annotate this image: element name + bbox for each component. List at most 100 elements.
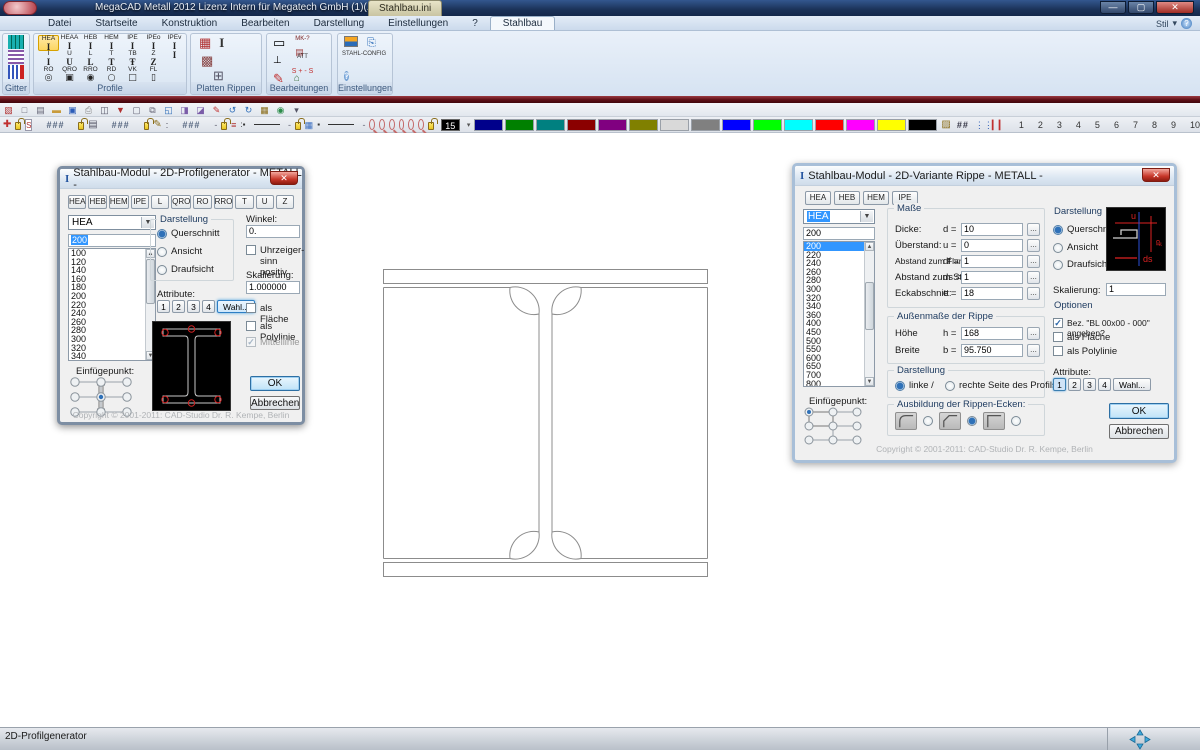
layer-number[interactable]: 6 xyxy=(1114,120,1119,130)
ok-button[interactable]: OK xyxy=(1109,403,1169,419)
radio-rechte-seite[interactable]: rechte Seite des Profils xyxy=(945,380,1057,391)
pen-icon[interactable]: ✎ xyxy=(153,119,161,131)
attribute-button[interactable]: 4 xyxy=(202,300,215,313)
undo-icon[interactable]: ↺ xyxy=(226,104,239,116)
dialog-titlebar[interactable]: I Stahlbau-Modul - 2D-Variante Rippe - M… xyxy=(795,166,1174,186)
corner-chamfer-icon[interactable] xyxy=(939,412,961,430)
help-icon[interactable]: ? xyxy=(1181,18,1192,29)
lock-pen-icon[interactable] xyxy=(144,122,150,130)
ribbon-tab[interactable]: ? xyxy=(460,17,490,30)
layer-number[interactable]: 7 xyxy=(1133,120,1138,130)
profile-rro-icon[interactable]: RRO◉ xyxy=(80,67,101,83)
cancel-button[interactable]: Abbrechen xyxy=(250,396,300,410)
pen-number-display[interactable]: 15 xyxy=(441,119,460,131)
grid-e-icon[interactable] xyxy=(8,65,24,79)
dialog-titlebar[interactable]: I Stahlbau-Modul - 2D-Profilgenerator - … xyxy=(60,169,302,189)
radio-querschnitt[interactable]: Querschnitt xyxy=(157,228,220,239)
hatch-field[interactable]: ## xyxy=(957,120,969,130)
close-button[interactable]: ✕ xyxy=(1156,1,1194,14)
skalierung-input[interactable]: 1.000000 xyxy=(246,281,300,294)
zoom-minus-icon[interactable] xyxy=(408,119,414,130)
bemassung-icon[interactable]: ⊥ xyxy=(273,54,282,68)
color-swatch[interactable] xyxy=(536,119,565,131)
profile-type-button[interactable]: IPE xyxy=(131,195,149,209)
scroll-down-icon[interactable]: ▼ xyxy=(865,377,874,386)
layer-number[interactable]: 2 xyxy=(1038,120,1043,130)
profile-heb-icon[interactable]: HEBI xyxy=(80,35,101,51)
radio-ansicht[interactable]: Ansicht xyxy=(157,246,202,257)
group-state-icon[interactable]: S xyxy=(25,119,32,131)
profile-rd-icon[interactable]: RD○ xyxy=(101,67,122,83)
wahl-button[interactable]: Wahl... xyxy=(1113,378,1151,391)
color-swatch[interactable] xyxy=(815,119,844,131)
abstand-steg-input[interactable]: 1 xyxy=(961,271,1023,284)
layer-number[interactable]: 5 xyxy=(1095,120,1100,130)
color-globe-icon[interactable]: ◉ xyxy=(274,104,287,116)
profile-ipeo-icon[interactable]: IPEoI xyxy=(143,35,164,51)
checkbox-als-polylinie[interactable]: als Polylinie xyxy=(1053,346,1117,357)
profile-type-button[interactable]: HEM xyxy=(109,195,129,209)
checkbox-mittellinie[interactable]: ✓Mittellinie xyxy=(246,337,300,348)
color-swatch[interactable] xyxy=(598,119,627,131)
size-option[interactable]: 340 xyxy=(69,352,145,361)
lock-color-icon[interactable] xyxy=(428,122,434,130)
size-input[interactable]: 200 xyxy=(68,234,156,247)
zoom-previous-icon[interactable] xyxy=(418,119,424,130)
lock-group-icon[interactable] xyxy=(15,122,21,130)
color-swatch[interactable] xyxy=(908,119,937,131)
attribute-button[interactable]: 2 xyxy=(1068,378,1081,391)
attribute-button[interactable]: 2 xyxy=(172,300,185,313)
layer-number[interactable]: 10 xyxy=(1190,120,1200,130)
hoehe-input[interactable]: 168 xyxy=(961,327,1023,340)
zoom-out-icon[interactable] xyxy=(379,119,385,130)
linetype-preview[interactable] xyxy=(254,124,280,125)
profile-family-select[interactable]: HEA▼ xyxy=(803,209,875,224)
corner-square-icon[interactable] xyxy=(983,412,1005,430)
stahl-config-button[interactable]: STAHL-CONFIG xyxy=(342,51,386,58)
size-input[interactable]: 200 xyxy=(803,227,875,240)
profile-u-icon[interactable]: UU xyxy=(59,51,80,67)
ribbon-tab[interactable]: Datei xyxy=(36,17,83,30)
profile-type-button[interactable]: HEB xyxy=(834,191,860,205)
profile-type-button[interactable]: HEM xyxy=(863,191,889,205)
document-tab[interactable]: Stahlbau.ini xyxy=(368,0,442,16)
cancel-button[interactable]: Abbrechen xyxy=(1109,424,1169,439)
ribbon-tab[interactable]: Einstellungen xyxy=(376,17,460,30)
size-listbox[interactable]: 2002202402602803003203403604004505005506… xyxy=(803,241,875,387)
profile-hem-icon[interactable]: HEMI xyxy=(101,35,122,51)
maximize-button[interactable]: ▢ xyxy=(1128,1,1154,14)
profile-type-button[interactable]: U xyxy=(256,195,274,209)
ribbon-tab[interactable]: Bearbeiten xyxy=(229,17,301,30)
color-swatch[interactable] xyxy=(505,119,534,131)
new-file-icon[interactable]: □ xyxy=(18,104,31,116)
size-listbox[interactable]: 100120140160180200220240260280300320340 … xyxy=(68,248,156,361)
lock-layer-icon[interactable] xyxy=(78,122,84,130)
skalierung-input[interactable]: 1 xyxy=(1106,283,1166,296)
radio-draufsicht[interactable]: Draufsicht xyxy=(157,264,214,275)
dialog-close-button[interactable]: ✕ xyxy=(270,171,298,185)
profile-hea-icon[interactable]: HEAI xyxy=(38,35,59,51)
folder-icon[interactable]: ▬ xyxy=(50,104,63,116)
paste-icon[interactable]: ◱ xyxy=(162,104,175,116)
breite-input[interactable]: 95.750 xyxy=(961,344,1023,357)
radio-linke-seite[interactable]: linke / xyxy=(895,380,934,391)
profile-ipe-icon[interactable]: IPEI xyxy=(122,35,143,51)
rippen-icon[interactable]: ▩ xyxy=(201,53,213,68)
profile-i-icon[interactable]: II xyxy=(38,51,59,67)
color-swatch[interactable] xyxy=(753,119,782,131)
scroll-thumb[interactable] xyxy=(865,282,874,330)
winkel-icon[interactable]: ⊞ xyxy=(213,68,224,83)
attribute-button[interactable]: 3 xyxy=(187,300,200,313)
layer-field[interactable]: ### xyxy=(112,120,130,130)
print-icon[interactable]: ⎙ xyxy=(82,104,95,116)
breite-browse-button[interactable]: ... xyxy=(1027,344,1040,357)
profile-type-button[interactable]: HEB xyxy=(88,195,106,209)
profile-qro-icon[interactable]: QRO▣ xyxy=(59,67,80,83)
dicke-browse-button[interactable]: ... xyxy=(1027,223,1040,236)
abstand-flansch-browse-button[interactable]: ... xyxy=(1027,255,1040,268)
zoom-in-icon[interactable] xyxy=(399,119,405,130)
liste-icon[interactable]: ⎘ xyxy=(367,36,376,50)
profile-t-icon[interactable]: TT xyxy=(101,51,122,67)
radio-corner-chamfer[interactable] xyxy=(967,416,977,426)
radio-ansicht[interactable]: Ansicht xyxy=(1053,242,1098,253)
